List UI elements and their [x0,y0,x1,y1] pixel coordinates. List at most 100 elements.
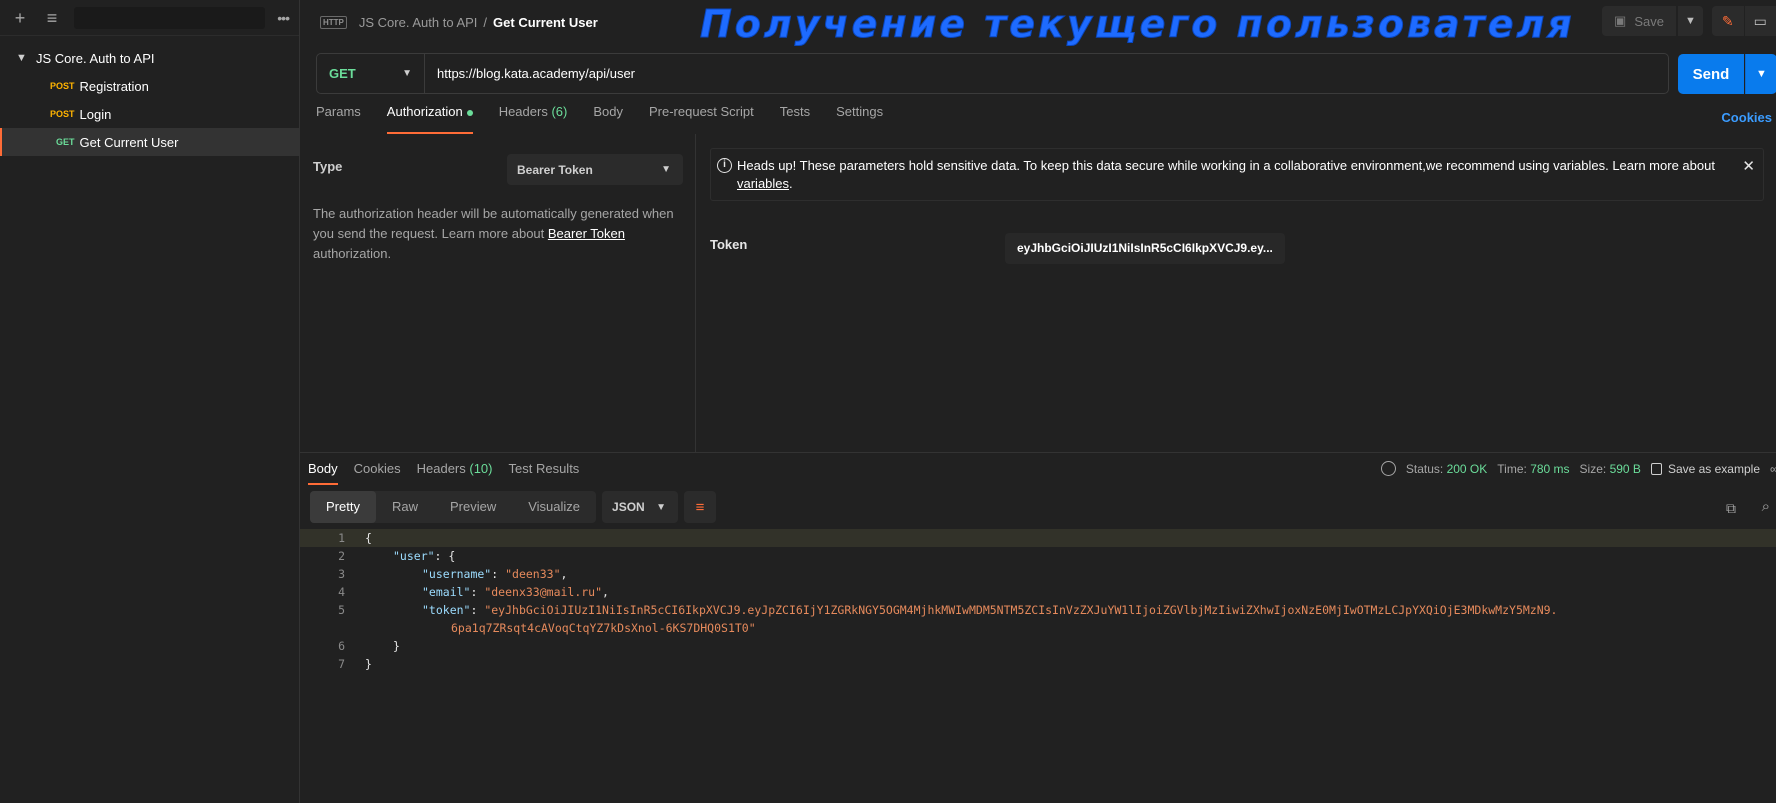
url-input[interactable]: https://blog.kata.academy/api/user [425,66,635,81]
time-info[interactable]: Time: 780 ms [1497,462,1569,476]
auth-type-select[interactable]: Bearer Token ▼ [507,154,683,185]
info-icon: i [717,158,732,173]
http-icon: HTTP [320,15,347,29]
tab-pre-request-script[interactable]: Pre-request Script [649,104,754,134]
json-value: "deen33" [505,567,561,581]
save-as-example-button[interactable]: Save as example [1650,461,1760,476]
globe-icon[interactable] [1380,461,1396,476]
request-tabs: Params Authorization Headers (6) Body Pr… [316,104,883,134]
status-info[interactable]: Status: 200 OK [1406,462,1487,476]
banner-message: Heads up! These parameters hold sensitiv… [737,158,1715,173]
response-tabs: Body Cookies Headers (10) Test Results [308,461,579,485]
plus-icon[interactable]: + [10,9,30,27]
method-value: GET [329,66,356,81]
token-label: Token [710,237,748,252]
bearer-token-link[interactable]: Bearer Token [548,226,625,241]
save-button[interactable]: ▣ Save [1602,6,1676,36]
wrap-icon: ≡ [695,498,705,516]
save-dropdown-button[interactable]: ▼ [1677,6,1703,36]
line-number: 6 [338,639,345,653]
sidebar-toolbar: + ≡ ••• [0,0,299,36]
sidebar-item-login[interactable]: POST Login [0,100,299,128]
method-badge: GET [56,137,75,147]
response-divider[interactable] [300,452,1776,453]
variables-link[interactable]: variables [737,176,789,191]
json-value: "eyJhbGciOiJIUzI1NiIsInR5cCI6IkpXVCJ9.ey… [484,603,1558,617]
sidebar-item-get-current-user[interactable]: GET Get Current User [0,128,299,156]
code-text: "user": { [393,547,455,565]
view-visualize[interactable]: Visualize [512,491,596,523]
token-field[interactable]: eyJhbGciOiJIUzI1NiIsInR5cCI6IkpXVCJ9.ey.… [1005,233,1285,264]
chevron-down-icon: ▼ [402,68,412,79]
pencil-icon[interactable]: ✎ [1712,6,1744,36]
tab-label: Headers [416,461,466,476]
tab-tests[interactable]: Tests [780,104,810,134]
line-number: 4 [338,585,345,599]
send-dropdown-button[interactable]: ▼ [1745,54,1776,94]
save-example-label: Save as example [1667,461,1760,476]
tab-body[interactable]: Body [593,104,623,134]
response-meta: Status: 200 OK Time: 780 ms Size: 590 B … [1380,461,1776,476]
comment-icon[interactable]: ▭ [1743,6,1776,36]
auth-type-value: Bearer Token [517,162,593,177]
size-info[interactable]: Size: 590 B [1580,462,1641,476]
tab-response-body[interactable]: Body [308,461,338,485]
auth-desc-suffix: authorization. [313,246,392,261]
breadcrumb-parent[interactable]: JS Core. Auth to API [359,15,478,30]
sensitive-data-banner: i Heads up! These parameters hold sensit… [710,148,1764,201]
tab-response-cookies[interactable]: Cookies [354,461,401,485]
method-badge: POST [50,109,75,119]
response-view-bar: Pretty Raw Preview Visualize JSON ▼ ≡ [310,491,717,523]
tab-headers[interactable]: Headers (6) [499,104,568,134]
cookies-link[interactable]: Cookies [1721,110,1772,125]
breadcrumb-separator: / [483,14,488,30]
chevron-down-icon: ▼ [661,164,671,175]
method-select[interactable]: GET ▼ [317,54,425,93]
more-options-icon[interactable]: ••• [277,10,290,26]
tab-settings[interactable]: Settings [836,104,883,134]
sidebar-search-input[interactable] [74,6,266,29]
json-key: "username" [422,567,492,581]
filter-icon[interactable]: ≡ [42,9,62,27]
search-icon[interactable]: ⌕ [1762,498,1770,515]
sidebar-item-label: Login [79,106,112,122]
format-select[interactable]: JSON ▼ [602,491,679,523]
chevron-down-icon[interactable]: ▼ [16,52,28,64]
chevron-down-icon: ▼ [1756,68,1767,80]
tab-params[interactable]: Params [316,104,361,134]
copy-icon[interactable]: ⧉ [1726,500,1736,517]
status-label: Status: [1405,461,1444,476]
chevron-down-icon: ▼ [1685,15,1696,27]
banner-end: . [789,176,793,191]
line-number: 7 [338,657,345,671]
code-text: } [365,657,372,671]
edit-comment-group: ✎ ▭ [1712,6,1776,36]
response-body-editor[interactable]: 1 { 2 "user": { 3 "username": "deen33", … [300,529,1776,673]
sidebar-item-registration[interactable]: POST Registration [0,72,299,100]
collection-name: JS Core. Auth to API [36,50,155,66]
line-number: 3 [338,567,345,581]
view-preview[interactable]: Preview [434,491,512,523]
code-line: 2 "user": { [300,547,1776,565]
view-pretty[interactable]: Pretty [310,491,376,523]
json-key: "token" [422,603,471,617]
json-value: "deenx33@mail.ru" [484,585,603,599]
view-raw[interactable]: Raw [376,491,434,523]
more-icon[interactable]: ∞ [1770,462,1776,476]
page-title[interactable]: Get Current User [493,15,598,30]
close-icon[interactable]: ✕ [1742,157,1755,175]
json-punc: , [602,585,609,599]
tab-test-results[interactable]: Test Results [509,461,580,485]
active-dot-icon [466,109,473,116]
time-value: 780 ms [1530,461,1570,476]
tab-authorization[interactable]: Authorization [386,104,473,134]
auth-description: The authorization header will be automat… [313,204,683,264]
send-button[interactable]: Send [1678,54,1744,94]
collection-folder[interactable]: ▼ JS Core. Auth to API [0,44,299,72]
overlay-caption: Получение текущего пользователя [700,2,1575,47]
view-mode-group: Pretty Raw Preview Visualize [310,491,597,523]
json-punc: : { [434,549,456,563]
tab-response-headers[interactable]: Headers (10) [417,461,493,485]
wrap-lines-button[interactable]: ≡ [684,491,717,523]
code-line: 1 { [300,529,1776,547]
